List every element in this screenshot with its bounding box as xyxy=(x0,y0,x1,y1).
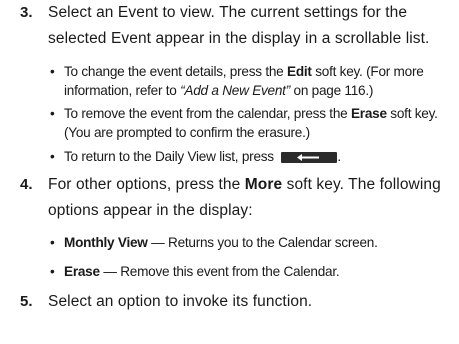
step-number: 4. xyxy=(20,176,33,193)
option-name: Monthly View xyxy=(64,235,148,250)
option-name: Erase xyxy=(64,264,100,279)
step-text: For other options, press the More soft k… xyxy=(48,176,441,219)
step-number: 3. xyxy=(20,4,33,21)
back-key-icon xyxy=(281,152,338,163)
list-item-monthly-view: • Monthly View — Returns you to the Cale… xyxy=(50,233,454,252)
bullet-icon: • xyxy=(50,64,55,79)
step-number: 5. xyxy=(20,293,33,310)
list-item-edit: • To change the event details, press the… xyxy=(50,62,454,100)
bullet-icon: • xyxy=(50,106,55,121)
cross-reference: “Add a New Event” xyxy=(180,83,290,98)
bullet-text: To change the event details, press the E… xyxy=(64,64,424,98)
list-item-return: • To return to the Daily View list, pres… xyxy=(50,147,454,166)
more-key-label: More xyxy=(244,176,283,193)
list-item-erase-option: • Erase — Remove this event from the Cal… xyxy=(50,262,454,281)
erase-key-label: Erase xyxy=(350,106,387,121)
edit-key-label: Edit xyxy=(287,64,312,79)
bullet-icon: • xyxy=(50,149,55,164)
bullet-text: To remove the event from the calendar, p… xyxy=(64,106,438,140)
step-text: Select an option to invoke its function. xyxy=(48,293,313,310)
list-item-erase: • To remove the event from the calendar,… xyxy=(50,104,454,142)
bullet-text: Monthly View — Returns you to the Calend… xyxy=(64,235,378,250)
step-text: Select an Event to view. The current set… xyxy=(48,4,430,47)
bullet-text: Erase — Remove this event from the Calen… xyxy=(64,264,340,279)
bullet-text: To return to the Daily View list, press … xyxy=(64,149,341,164)
bullet-icon: • xyxy=(50,235,55,250)
bullet-icon: • xyxy=(50,264,55,279)
